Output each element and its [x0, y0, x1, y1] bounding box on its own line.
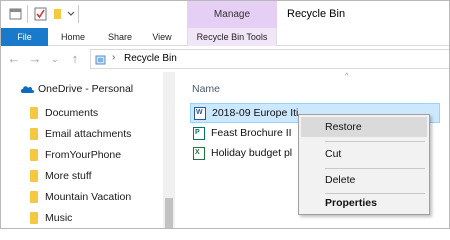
- nav-item-label: FromYourPhone: [45, 149, 122, 161]
- nav-item-documents[interactable]: Documents: [1, 103, 163, 123]
- nav-item-onedrive[interactable]: OneDrive - Personal: [1, 79, 163, 99]
- folder-icon: [30, 128, 38, 140]
- title-divider: [78, 5, 79, 23]
- nav-item-fromyourphone[interactable]: FromYourPhone: [1, 145, 163, 165]
- nav-item-label: More stuff: [45, 170, 92, 182]
- folder-icon: [30, 107, 38, 119]
- tab-view[interactable]: View: [144, 28, 180, 46]
- nav-item-mountain-vacation[interactable]: Mountain Vacation: [1, 187, 163, 207]
- nav-scrollbar[interactable]: [163, 72, 175, 228]
- recent-locations-icon[interactable]: ⌄: [47, 50, 63, 68]
- nav-item-label: OneDrive - Personal: [38, 83, 134, 95]
- column-header-name[interactable]: Name: [192, 83, 220, 95]
- file-name: 2018-09 Europe Iti: [212, 107, 299, 119]
- breadcrumb[interactable]: Recycle Bin: [124, 53, 177, 64]
- title-bar: Manage Recycle Bin: [1, 1, 449, 28]
- folder-icon: [30, 212, 38, 224]
- explorer-window: Manage Recycle Bin File Home Share View …: [0, 0, 450, 229]
- address-bar[interactable]: › Recycle Bin: [90, 49, 449, 69]
- nav-item-label: Music: [45, 212, 73, 224]
- window-title: Recycle Bin: [287, 8, 346, 20]
- tab-share[interactable]: Share: [101, 28, 139, 46]
- nav-item-more-stuff[interactable]: More stuff: [1, 166, 163, 186]
- nav-item-label: Documents: [45, 107, 99, 119]
- address-row: ← → ⌄ ↑ › Recycle Bin: [1, 46, 449, 72]
- up-arrow-icon[interactable]: ↑: [67, 50, 83, 68]
- word-doc-icon: W: [194, 107, 206, 120]
- properties-icon[interactable]: [9, 7, 23, 21]
- menu-item-restore[interactable]: Restore: [301, 117, 427, 137]
- tab-manage[interactable]: Manage: [187, 1, 277, 28]
- quick-access-divider: [27, 5, 28, 23]
- breadcrumb-chevron-icon[interactable]: ›: [112, 52, 115, 63]
- folder-icon: [30, 149, 38, 161]
- tab-file[interactable]: File: [1, 28, 48, 46]
- menu-item-properties[interactable]: Properties: [301, 193, 427, 213]
- excel-doc-icon: X: [193, 147, 205, 160]
- scrollbar-thumb[interactable]: [165, 198, 173, 228]
- forward-arrow-icon[interactable]: →: [27, 50, 43, 68]
- menu-separator: [325, 141, 425, 142]
- menu-separator: [325, 168, 425, 169]
- file-name: Feast Brochure II: [211, 127, 292, 139]
- context-menu: Restore Cut Delete Properties: [298, 114, 430, 215]
- new-folder-icon[interactable]: [53, 7, 63, 21]
- publisher-doc-icon: P: [193, 127, 205, 140]
- checkmark-icon[interactable]: [34, 7, 48, 21]
- tab-home[interactable]: Home: [53, 28, 93, 46]
- folder-icon: [30, 170, 38, 182]
- nav-item-label: Mountain Vacation: [45, 191, 132, 203]
- folder-icon: [30, 191, 38, 203]
- nav-item-music[interactable]: Music: [1, 208, 163, 228]
- onedrive-cloud-icon: [20, 86, 35, 93]
- nav-item-email-attachments[interactable]: Email attachments: [1, 124, 163, 144]
- nav-item-label: Email attachments: [45, 128, 132, 140]
- file-name: Holiday budget pl: [211, 147, 293, 159]
- menu-item-delete[interactable]: Delete: [301, 170, 427, 190]
- menu-item-cut[interactable]: Cut: [301, 144, 427, 164]
- ribbon-tabs: File Home Share View Recycle Bin Tools: [1, 28, 449, 46]
- back-arrow-icon[interactable]: ←: [6, 50, 22, 68]
- tab-recycle-bin-tools[interactable]: Recycle Bin Tools: [187, 28, 277, 46]
- sort-caret-icon: ^: [345, 73, 349, 80]
- chevron-down-icon[interactable]: [67, 10, 75, 24]
- navigation-pane: OneDrive - Personal Documents Email atta…: [1, 72, 176, 228]
- recycle-bin-icon: [95, 55, 106, 65]
